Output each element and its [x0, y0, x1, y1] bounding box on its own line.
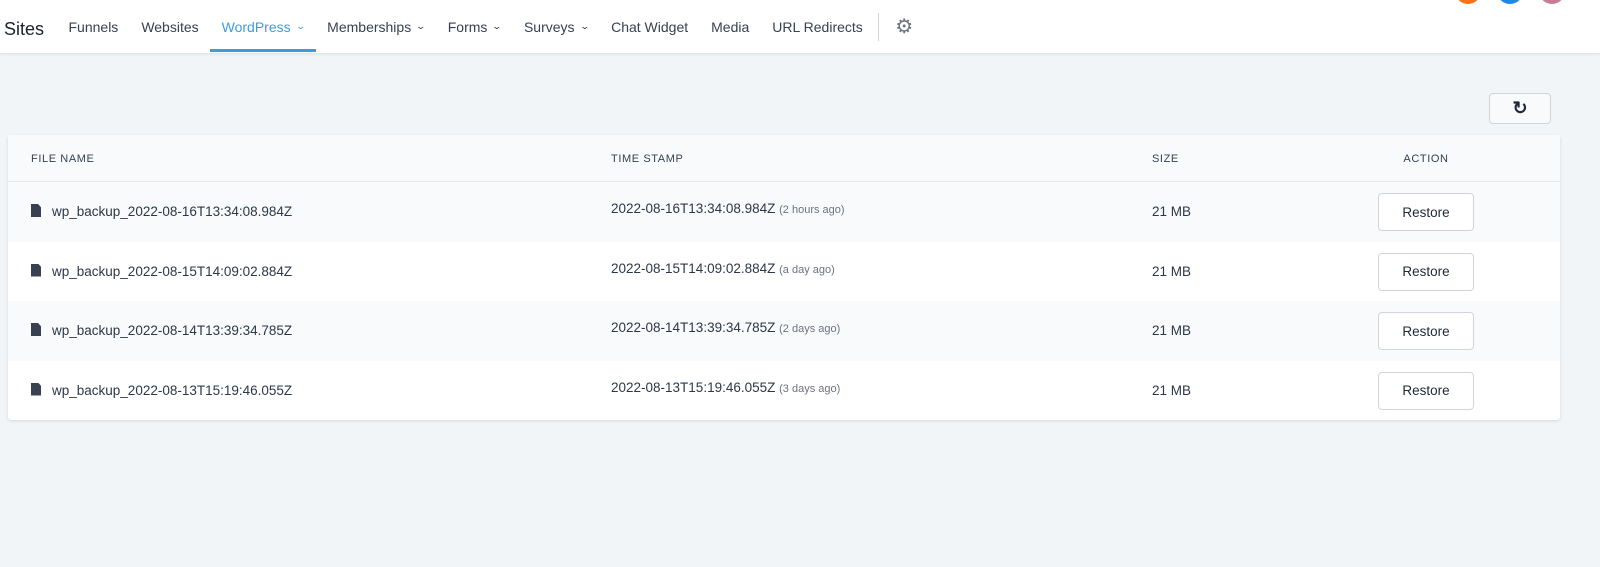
- file-name-text: wp_backup_2022-08-14T13:39:34.785Z: [52, 323, 293, 338]
- tab-wordpress[interactable]: WordPress ⌄: [210, 0, 316, 53]
- table-row: wp_backup_2022-08-16T13:34:08.984Z 2022-…: [8, 182, 1560, 242]
- table-row: wp_backup_2022-08-15T14:09:02.884Z 2022-…: [8, 242, 1560, 302]
- chevron-down-icon: ⌄: [295, 21, 306, 31]
- restore-button[interactable]: Restore: [1378, 371, 1474, 410]
- nav-tabs: Funnels Websites WordPress ⌄ Memberships ⌄…: [57, 0, 921, 53]
- file-name: wp_backup_2022-08-16T13:34:08.984Z: [31, 204, 292, 219]
- timestamp-text: 2022-08-15T14:09:02.884Z: [611, 260, 776, 276]
- restore-button[interactable]: Restore: [1378, 252, 1474, 291]
- tab-label: Surveys: [523, 18, 575, 35]
- file-name-text: wp_backup_2022-08-13T15:19:46.055Z: [52, 382, 293, 398]
- zip-file-icon: [31, 323, 41, 336]
- table-header: FILE NAME TIME STAMP SIZE ACTION: [8, 135, 1560, 182]
- tab-funnels[interactable]: Funnels: [57, 0, 130, 53]
- nav-divider: [878, 12, 880, 41]
- file-name: wp_backup_2022-08-14T13:39:34.785Z: [31, 323, 292, 338]
- top-navbar: Sites Funnels Websites WordPress ⌄ Member…: [0, 0, 1600, 53]
- timestamp-text: 2022-08-13T15:19:46.055Z: [611, 379, 776, 395]
- file-name-text: wp_backup_2022-08-16T13:34:08.984Z: [52, 204, 293, 219]
- tab-chat-widget[interactable]: Chat Widget: [600, 0, 700, 53]
- table-row: wp_backup_2022-08-14T13:39:34.785Z 2022-…: [8, 301, 1560, 361]
- refresh-button[interactable]: ↻: [1489, 93, 1551, 124]
- file-name-text: wp_backup_2022-08-15T14:09:02.884Z: [52, 263, 293, 279]
- timestamp: 2022-08-13T15:19:46.055Z (3 days ago): [611, 380, 840, 395]
- tab-label: Forms: [447, 18, 488, 35]
- chevron-down-icon: ⌄: [415, 21, 427, 31]
- zip-file-icon: [31, 382, 41, 396]
- relative-time: (a day ago): [779, 263, 835, 276]
- tab-forms[interactable]: Forms ⌄: [436, 0, 512, 53]
- tab-websites[interactable]: Websites: [130, 0, 210, 53]
- chevron-down-icon: ⌄: [579, 21, 590, 31]
- relative-time: (3 days ago): [779, 382, 841, 395]
- chevron-down-icon: ⌄: [491, 21, 503, 31]
- timestamp-text: 2022-08-14T13:39:34.785Z: [611, 320, 776, 335]
- file-name: wp_backup_2022-08-13T15:19:46.055Z: [31, 382, 293, 398]
- page-title: Sites: [4, 19, 45, 39]
- tab-memberships[interactable]: Memberships ⌄: [316, 0, 437, 53]
- zip-file-icon: [31, 204, 41, 217]
- tab-surveys[interactable]: Surveys ⌄: [512, 0, 599, 53]
- column-header-size: SIZE: [1152, 153, 1179, 165]
- avatar[interactable]: [1497, 0, 1523, 4]
- tab-label: Websites: [141, 18, 199, 35]
- timestamp-text: 2022-08-16T13:34:08.984Z: [611, 201, 776, 216]
- restore-button[interactable]: Restore: [1378, 193, 1474, 231]
- file-name: wp_backup_2022-08-15T14:09:02.884Z: [31, 263, 293, 279]
- zip-file-icon: [31, 263, 41, 277]
- column-header-file-name: FILE NAME: [31, 153, 95, 165]
- tab-label: Funnels: [68, 18, 119, 35]
- restore-button[interactable]: Restore: [1378, 312, 1474, 350]
- table-row: wp_backup_2022-08-13T15:19:46.055Z 2022-…: [8, 361, 1560, 421]
- tab-label: WordPress: [221, 18, 291, 35]
- file-size: 21 MB: [1152, 382, 1192, 398]
- refresh-icon: ↻: [1512, 98, 1528, 118]
- file-size: 21 MB: [1152, 263, 1192, 279]
- avatar[interactable]: [1455, 0, 1481, 4]
- timestamp: 2022-08-15T14:09:02.884Z (a day ago): [611, 261, 835, 276]
- relative-time: (2 days ago): [779, 323, 841, 335]
- avatar[interactable]: [1539, 0, 1565, 4]
- tab-label: Chat Widget: [611, 18, 689, 35]
- tab-label: URL Redirects: [772, 18, 863, 35]
- relative-time: (2 hours ago): [779, 204, 845, 216]
- timestamp: 2022-08-14T13:39:34.785Z (2 days ago): [611, 320, 840, 335]
- tab-label: Media: [711, 18, 750, 35]
- timestamp: 2022-08-16T13:34:08.984Z (2 hours ago): [611, 201, 845, 216]
- column-header-time-stamp: TIME STAMP: [611, 153, 684, 165]
- file-size: 21 MB: [1152, 204, 1192, 219]
- tab-label: Memberships: [327, 18, 412, 35]
- tab-media[interactable]: Media: [700, 0, 761, 53]
- gear-icon[interactable]: ⚙: [887, 14, 921, 39]
- backups-table: FILE NAME TIME STAMP SIZE ACTION wp_back…: [8, 135, 1560, 420]
- column-header-action: ACTION: [1403, 153, 1449, 165]
- tab-url-redirects[interactable]: URL Redirects: [761, 0, 875, 53]
- file-size: 21 MB: [1152, 323, 1192, 338]
